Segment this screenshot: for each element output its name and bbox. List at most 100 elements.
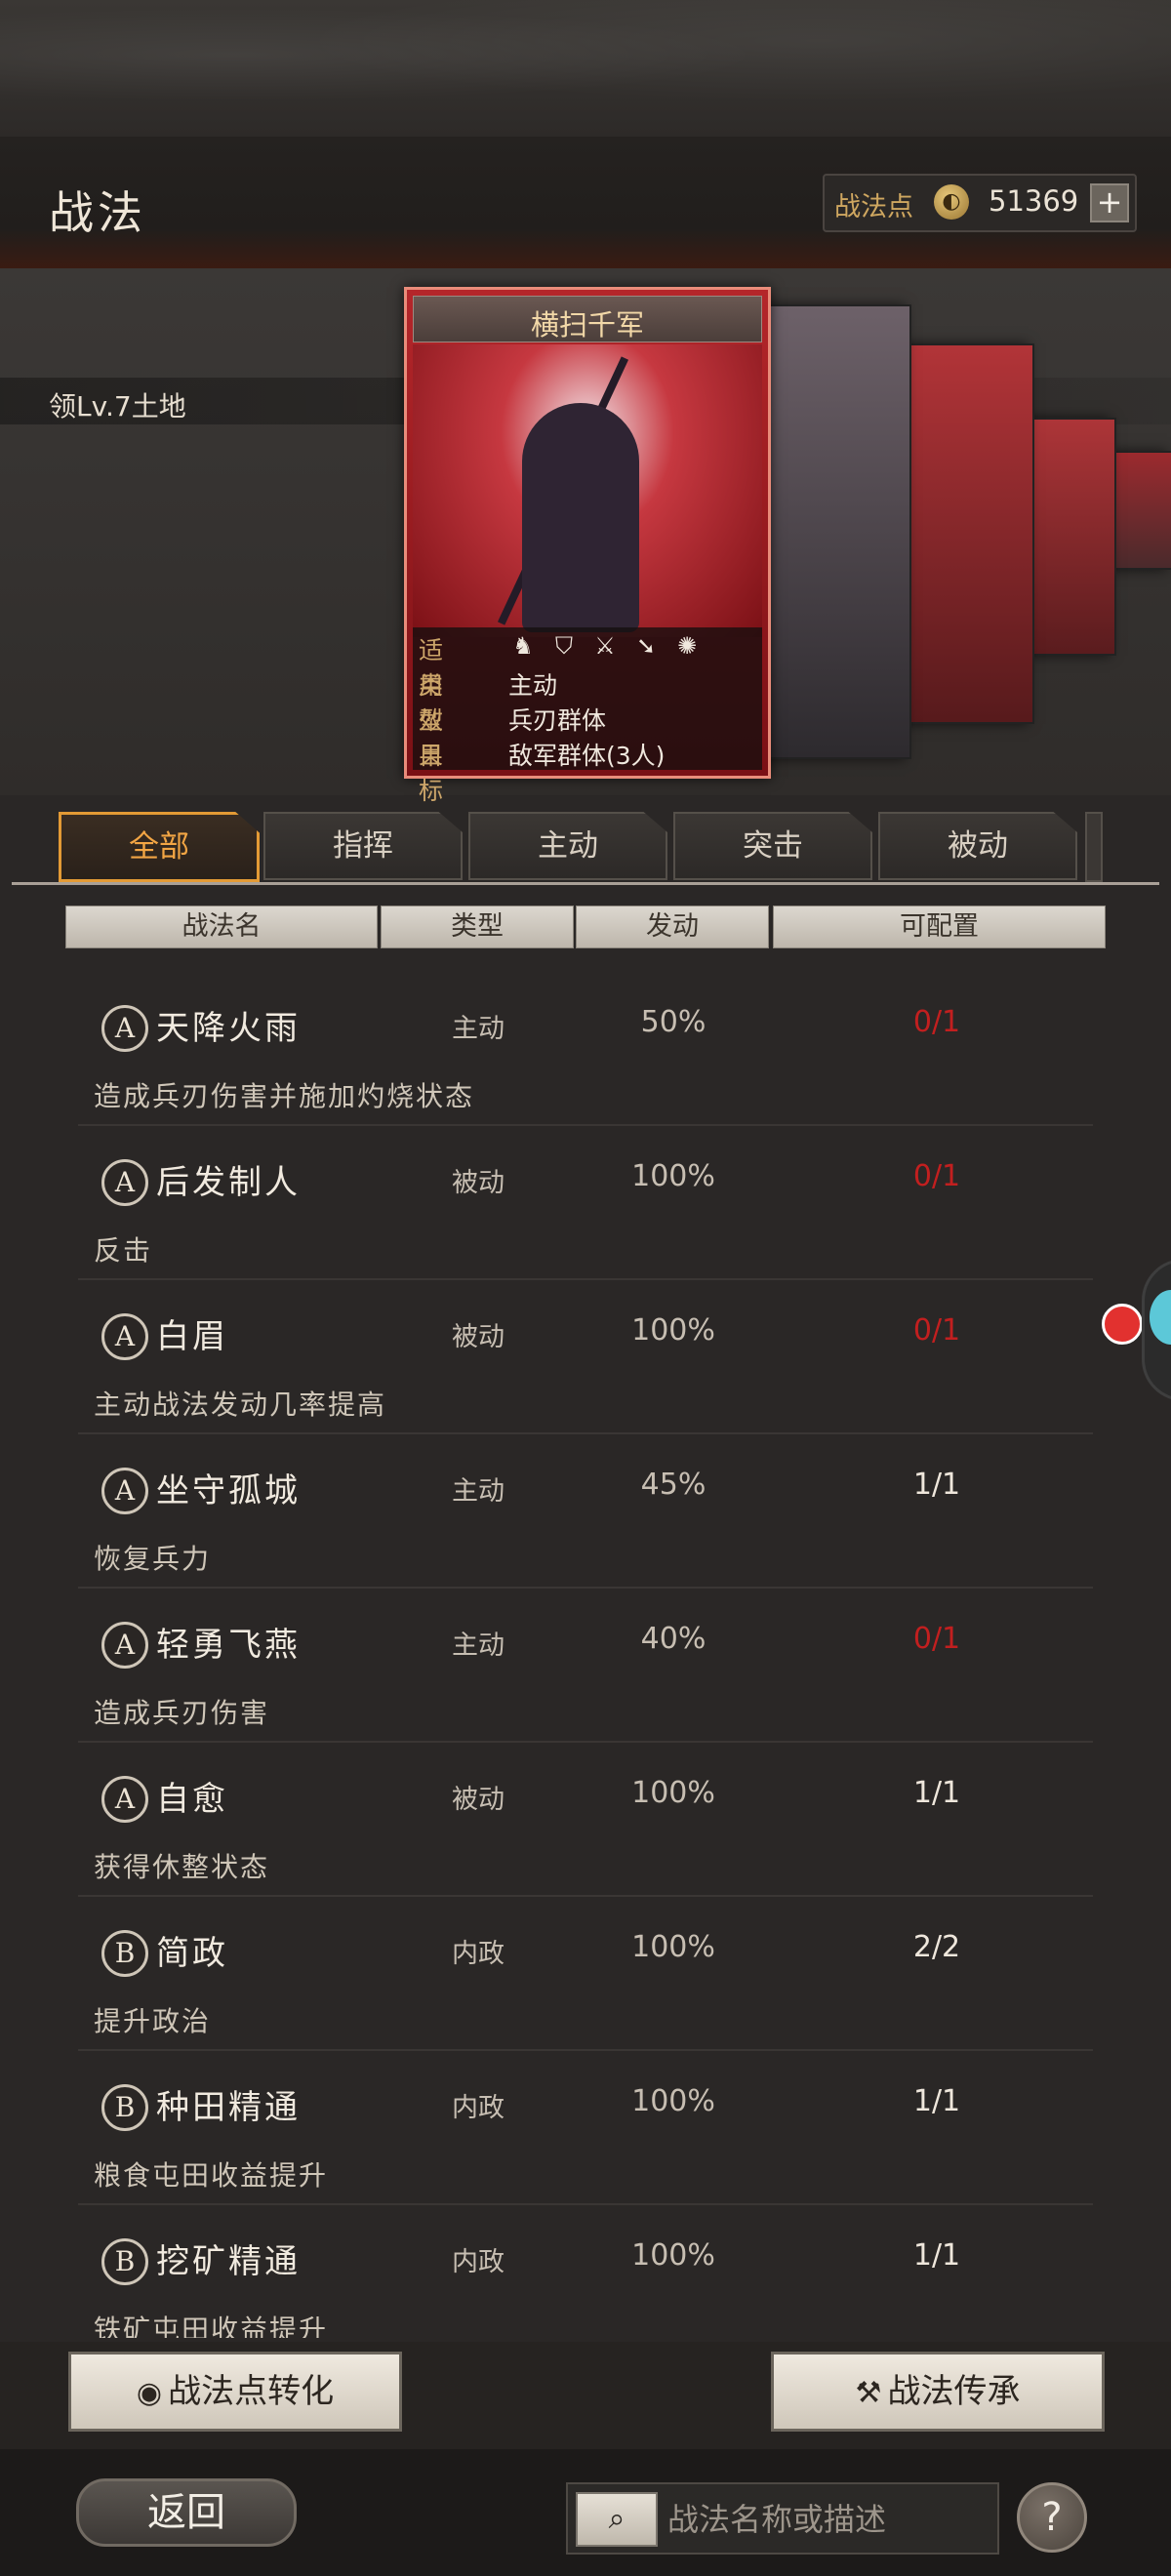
- skill-type: 内政: [452, 1939, 505, 1969]
- column-header-rate[interactable]: 发动: [576, 906, 769, 948]
- search-icon[interactable]: ⌕: [576, 2492, 658, 2547]
- help-button[interactable]: ?: [1017, 2482, 1087, 2553]
- category-tabs: 全部 指挥 主动 突击 被动: [0, 810, 1171, 888]
- skill-name: 种田精通: [156, 2088, 301, 2127]
- search-box: ⌕: [566, 2482, 999, 2555]
- skill-name: 简政: [156, 1934, 228, 1973]
- skill-config-count: 2/2: [912, 1930, 961, 1964]
- skill-type: 被动: [452, 1322, 505, 1352]
- skill-row[interactable]: A 白眉 被动 100% 0/1 主动战法发动几率提高: [0, 1280, 1171, 1434]
- card-row-key: 目标: [419, 742, 444, 805]
- cavalry-icon: ♞: [512, 632, 534, 660]
- skill-row[interactable]: B 挖矿精通 内政 100% 1/1 铁矿屯田收益提升: [0, 2205, 1171, 2338]
- card-row-value: 兵刃群体: [508, 706, 607, 735]
- card-artwork: [413, 344, 762, 637]
- card-title: 横扫千军: [530, 308, 644, 342]
- top-banner: [0, 0, 1171, 137]
- skill-description: 铁矿屯田收益提升: [94, 2314, 329, 2338]
- spear-icon: ➘: [635, 632, 657, 660]
- skill-row[interactable]: A 天降火雨 主动 50% 0/1 造成兵刃伤害并施加灼烧状态: [0, 972, 1171, 1126]
- skill-card-back[interactable]: [757, 304, 911, 759]
- skill-grade-badge: A: [101, 1005, 148, 1052]
- skill-config-count: 1/1: [912, 2238, 961, 2273]
- add-points-button[interactable]: +: [1090, 183, 1129, 222]
- flame-icon: ◉: [136, 2376, 163, 2410]
- skill-name: 白眉: [156, 1317, 228, 1356]
- skill-description: 反击: [94, 1234, 153, 1267]
- skill-description: 主动战法发动几率提高: [94, 1389, 387, 1421]
- skill-name: 自愈: [156, 1780, 228, 1819]
- skill-activation-rate: 45%: [640, 1468, 707, 1502]
- tab-all[interactable]: 全部: [59, 812, 260, 882]
- column-header-name[interactable]: 战法名: [65, 906, 378, 948]
- skill-points-value: 51369: [989, 184, 1079, 218]
- shield-icon: ⛉: [555, 632, 573, 660]
- page-title: 战法: [49, 186, 146, 239]
- tab-passive[interactable]: 被动: [878, 812, 1077, 880]
- skill-description: 造成兵刃伤害并施加灼烧状态: [94, 1080, 475, 1112]
- card-info-panel: 适用 ♞ ⛉ ⚔ ➘ ✺ 类型 主动 效果 兵刃群体 目标 敌军群体(3人): [413, 627, 762, 805]
- tab-command[interactable]: 指挥: [263, 812, 463, 880]
- skill-description: 获得休整状态: [94, 1851, 270, 1883]
- skill-row[interactable]: A 轻勇飞燕 主动 40% 0/1 造成兵刃伤害: [0, 1589, 1171, 1743]
- skill-points-box: 战法点 ◐ 51369 +: [823, 174, 1137, 232]
- tab-assault[interactable]: 突击: [673, 812, 872, 880]
- column-header-config[interactable]: 可配置: [773, 906, 1106, 948]
- inherit-skill-button[interactable]: ⚒ 战法传承: [771, 2352, 1105, 2432]
- skill-name: 后发制人: [156, 1163, 301, 1202]
- hammer-icon: ⚒: [855, 2376, 882, 2410]
- land-level-label: 领Lv.7土地: [49, 390, 186, 423]
- skill-type: 被动: [452, 1785, 505, 1815]
- skill-row[interactable]: B 简政 内政 100% 2/2 提升政治: [0, 1897, 1171, 2051]
- skill-type: 主动: [452, 1630, 505, 1661]
- skill-activation-rate: 100%: [631, 1159, 715, 1193]
- skill-card-back[interactable]: [906, 343, 1034, 724]
- tab-active[interactable]: 主动: [468, 812, 667, 880]
- skill-config-count: 1/1: [912, 2084, 961, 2118]
- wheel-icon: ✺: [676, 632, 698, 660]
- skill-config-count: 0/1: [912, 1313, 961, 1348]
- skill-config-count: 1/1: [912, 1468, 961, 1502]
- inherit-skill-label: 战法传承: [887, 2372, 1021, 2411]
- skill-type: 主动: [452, 1014, 505, 1044]
- column-header-type[interactable]: 类型: [381, 906, 574, 948]
- skill-grade-badge: A: [101, 1159, 148, 1206]
- skill-grade-badge: A: [101, 1622, 148, 1669]
- skill-activation-rate: 40%: [640, 1622, 707, 1656]
- skill-activation-rate: 100%: [631, 2238, 715, 2273]
- skill-description: 恢复兵力: [94, 1543, 212, 1575]
- tabs-divider: [12, 882, 1159, 885]
- skill-config-count: 0/1: [912, 1005, 961, 1039]
- skill-grade-badge: A: [101, 1313, 148, 1360]
- skill-row[interactable]: A 自愈 被动 100% 1/1 获得休整状态: [0, 1743, 1171, 1897]
- coin-icon: ◐: [934, 184, 969, 220]
- skill-row[interactable]: B 种田精通 内政 100% 1/1 粮食屯田收益提升: [0, 2051, 1171, 2205]
- skill-grade-badge: A: [101, 1468, 148, 1514]
- convert-points-button[interactable]: ◉ 战法点转化: [68, 2352, 402, 2432]
- skill-grade-badge: B: [101, 2238, 148, 2285]
- skill-grade-badge: B: [101, 2084, 148, 2131]
- skill-grade-badge: B: [101, 1930, 148, 1977]
- skill-name: 挖矿精通: [156, 2242, 301, 2281]
- skill-row[interactable]: A 坐守孤城 主动 45% 1/1 恢复兵力: [0, 1434, 1171, 1589]
- bottom-actions: ◉ 战法点转化 ⚒ 战法传承: [0, 2342, 1171, 2449]
- skill-config-count: 0/1: [912, 1622, 961, 1656]
- tab-overflow-edge[interactable]: [1085, 812, 1103, 882]
- skill-name: 坐守孤城: [156, 1471, 301, 1510]
- skill-name: 天降火雨: [156, 1009, 301, 1048]
- skill-points-label: 战法点: [834, 192, 913, 222]
- crossed-weapons-icon: ⚔: [594, 632, 616, 660]
- skill-card-back[interactable]: [1112, 451, 1171, 570]
- skill-card[interactable]: 横扫千军 适用 ♞ ⛉ ⚔ ➘ ✺ 类型 主动 效果 兵刃群体 目标 敌军群体(3人): [404, 287, 771, 805]
- card-title-bar: 横扫千军: [413, 296, 762, 342]
- skill-config-count: 1/1: [912, 1776, 961, 1810]
- skill-activation-rate: 100%: [631, 1313, 715, 1348]
- skill-list[interactable]: A 天降火雨 主动 50% 0/1 造成兵刃伤害并施加灼烧状态 A 后发制人 被动 100% 0/1…: [0, 972, 1171, 2338]
- skill-description: 造成兵刃伤害: [94, 1697, 270, 1729]
- card-row-value: 主动: [508, 671, 558, 700]
- search-input[interactable]: [666, 2494, 991, 2545]
- skill-row[interactable]: A 后发制人 被动 100% 0/1 反击: [0, 1126, 1171, 1280]
- skill-name: 轻勇飞燕: [156, 1626, 301, 1665]
- back-button[interactable]: 返回: [76, 2478, 297, 2547]
- skill-activation-rate: 100%: [631, 2084, 715, 2118]
